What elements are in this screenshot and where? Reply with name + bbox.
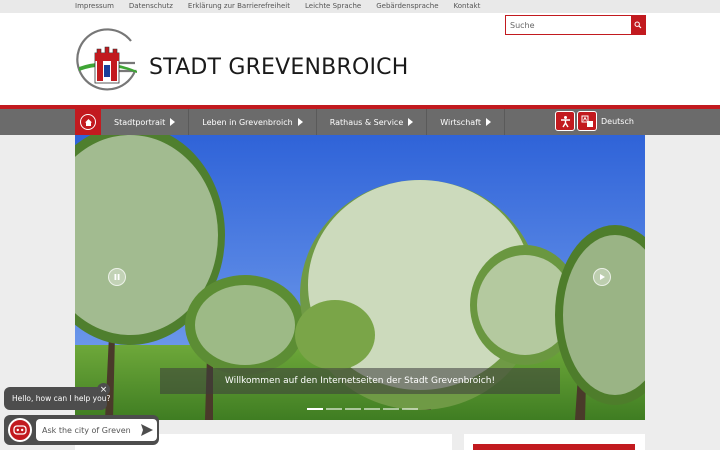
close-icon: ×: [99, 384, 108, 395]
nav-item-rathaus[interactable]: Rathaus & Service: [317, 109, 428, 135]
utility-bar: Impressum Datenschutz Erklärung zur Barr…: [0, 0, 720, 13]
sidebar-header-bar: [473, 444, 635, 450]
language-selector[interactable]: Deutsch: [601, 117, 634, 126]
chat-avatar[interactable]: [8, 418, 32, 442]
slide-dot[interactable]: [345, 408, 361, 410]
main-nav: Stadtportrait Leben in Grevenbroich Rath…: [0, 109, 720, 135]
utility-links: Impressum Datenschutz Erklärung zur Barr…: [75, 2, 480, 10]
link-leichte-sprache[interactable]: Leichte Sprache: [305, 2, 361, 10]
slide-dot[interactable]: [383, 408, 399, 410]
chat-greeting-text: Hello, how can I help you?: [12, 394, 111, 403]
site-title[interactable]: STADT GREVENBROICH: [149, 55, 408, 80]
hero-slideshow: Willkommen auf den Internetseiten der St…: [75, 135, 645, 420]
nav-menu: Stadtportrait Leben in Grevenbroich Rath…: [101, 109, 505, 135]
slide-dot[interactable]: [402, 408, 418, 410]
accessibility-icons: [555, 111, 597, 131]
slideshow-pause-button[interactable]: [108, 268, 126, 286]
robot-icon: [13, 425, 27, 435]
hero-caption-text: Willkommen auf den Internetseiten der St…: [224, 376, 496, 386]
slide-dot[interactable]: [307, 408, 323, 410]
link-impressum[interactable]: Impressum: [75, 2, 114, 10]
translate-icon: [581, 115, 593, 127]
home-icon: [84, 118, 92, 126]
chat-greeting-bubble[interactable]: Hello, how can I help you?: [4, 387, 111, 410]
site-header: STADT GREVENBROICH: [0, 13, 720, 107]
search-button[interactable]: [631, 16, 645, 34]
caret-right-icon: [170, 118, 176, 126]
search-icon: [634, 21, 642, 29]
send-icon[interactable]: [140, 423, 154, 437]
chat-widget: [4, 415, 159, 445]
link-barrierefreiheit[interactable]: Erklärung zur Barrierefreiheit: [188, 2, 290, 10]
caret-right-icon: [408, 118, 414, 126]
city-logo[interactable]: [75, 27, 141, 95]
nav-item-leben[interactable]: Leben in Grevenbroich: [189, 109, 317, 135]
accessibility-button[interactable]: [555, 111, 575, 131]
pause-icon: [114, 274, 120, 280]
link-kontakt[interactable]: Kontakt: [454, 2, 481, 10]
home-button[interactable]: [75, 109, 101, 135]
link-gebaerdensprache[interactable]: Gebärdensprache: [376, 2, 438, 10]
slide-dot[interactable]: [364, 408, 380, 410]
nav-item-stadtportrait[interactable]: Stadtportrait: [101, 109, 190, 135]
slide-dot[interactable]: [326, 408, 342, 410]
chat-input[interactable]: [36, 419, 134, 441]
caret-right-icon: [297, 118, 303, 126]
search-input[interactable]: [506, 16, 633, 34]
slide-indicators: [307, 408, 418, 410]
accessibility-icon: [560, 115, 570, 127]
slideshow-next-button[interactable]: [593, 268, 611, 286]
link-datenschutz[interactable]: Datenschutz: [129, 2, 173, 10]
caret-right-icon: [485, 118, 491, 126]
translate-button[interactable]: [577, 111, 597, 131]
nav-item-wirtschaft[interactable]: Wirtschaft: [427, 109, 505, 135]
search-box: [505, 15, 646, 35]
content-box-sidebar: [464, 434, 645, 450]
chat-close-button[interactable]: ×: [97, 383, 110, 396]
hero-caption: Willkommen auf den Internetseiten der St…: [160, 368, 560, 394]
chat-input-wrapper: [36, 419, 157, 441]
play-icon: [600, 274, 605, 280]
